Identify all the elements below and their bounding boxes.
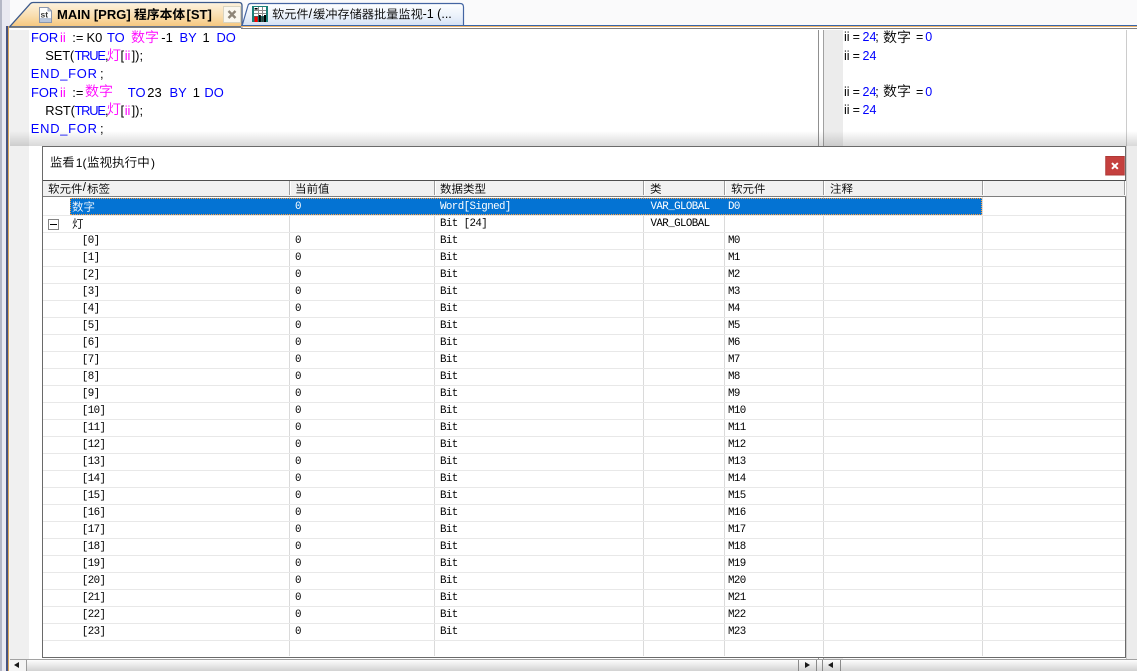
svg-text:st: st bbox=[41, 10, 49, 20]
